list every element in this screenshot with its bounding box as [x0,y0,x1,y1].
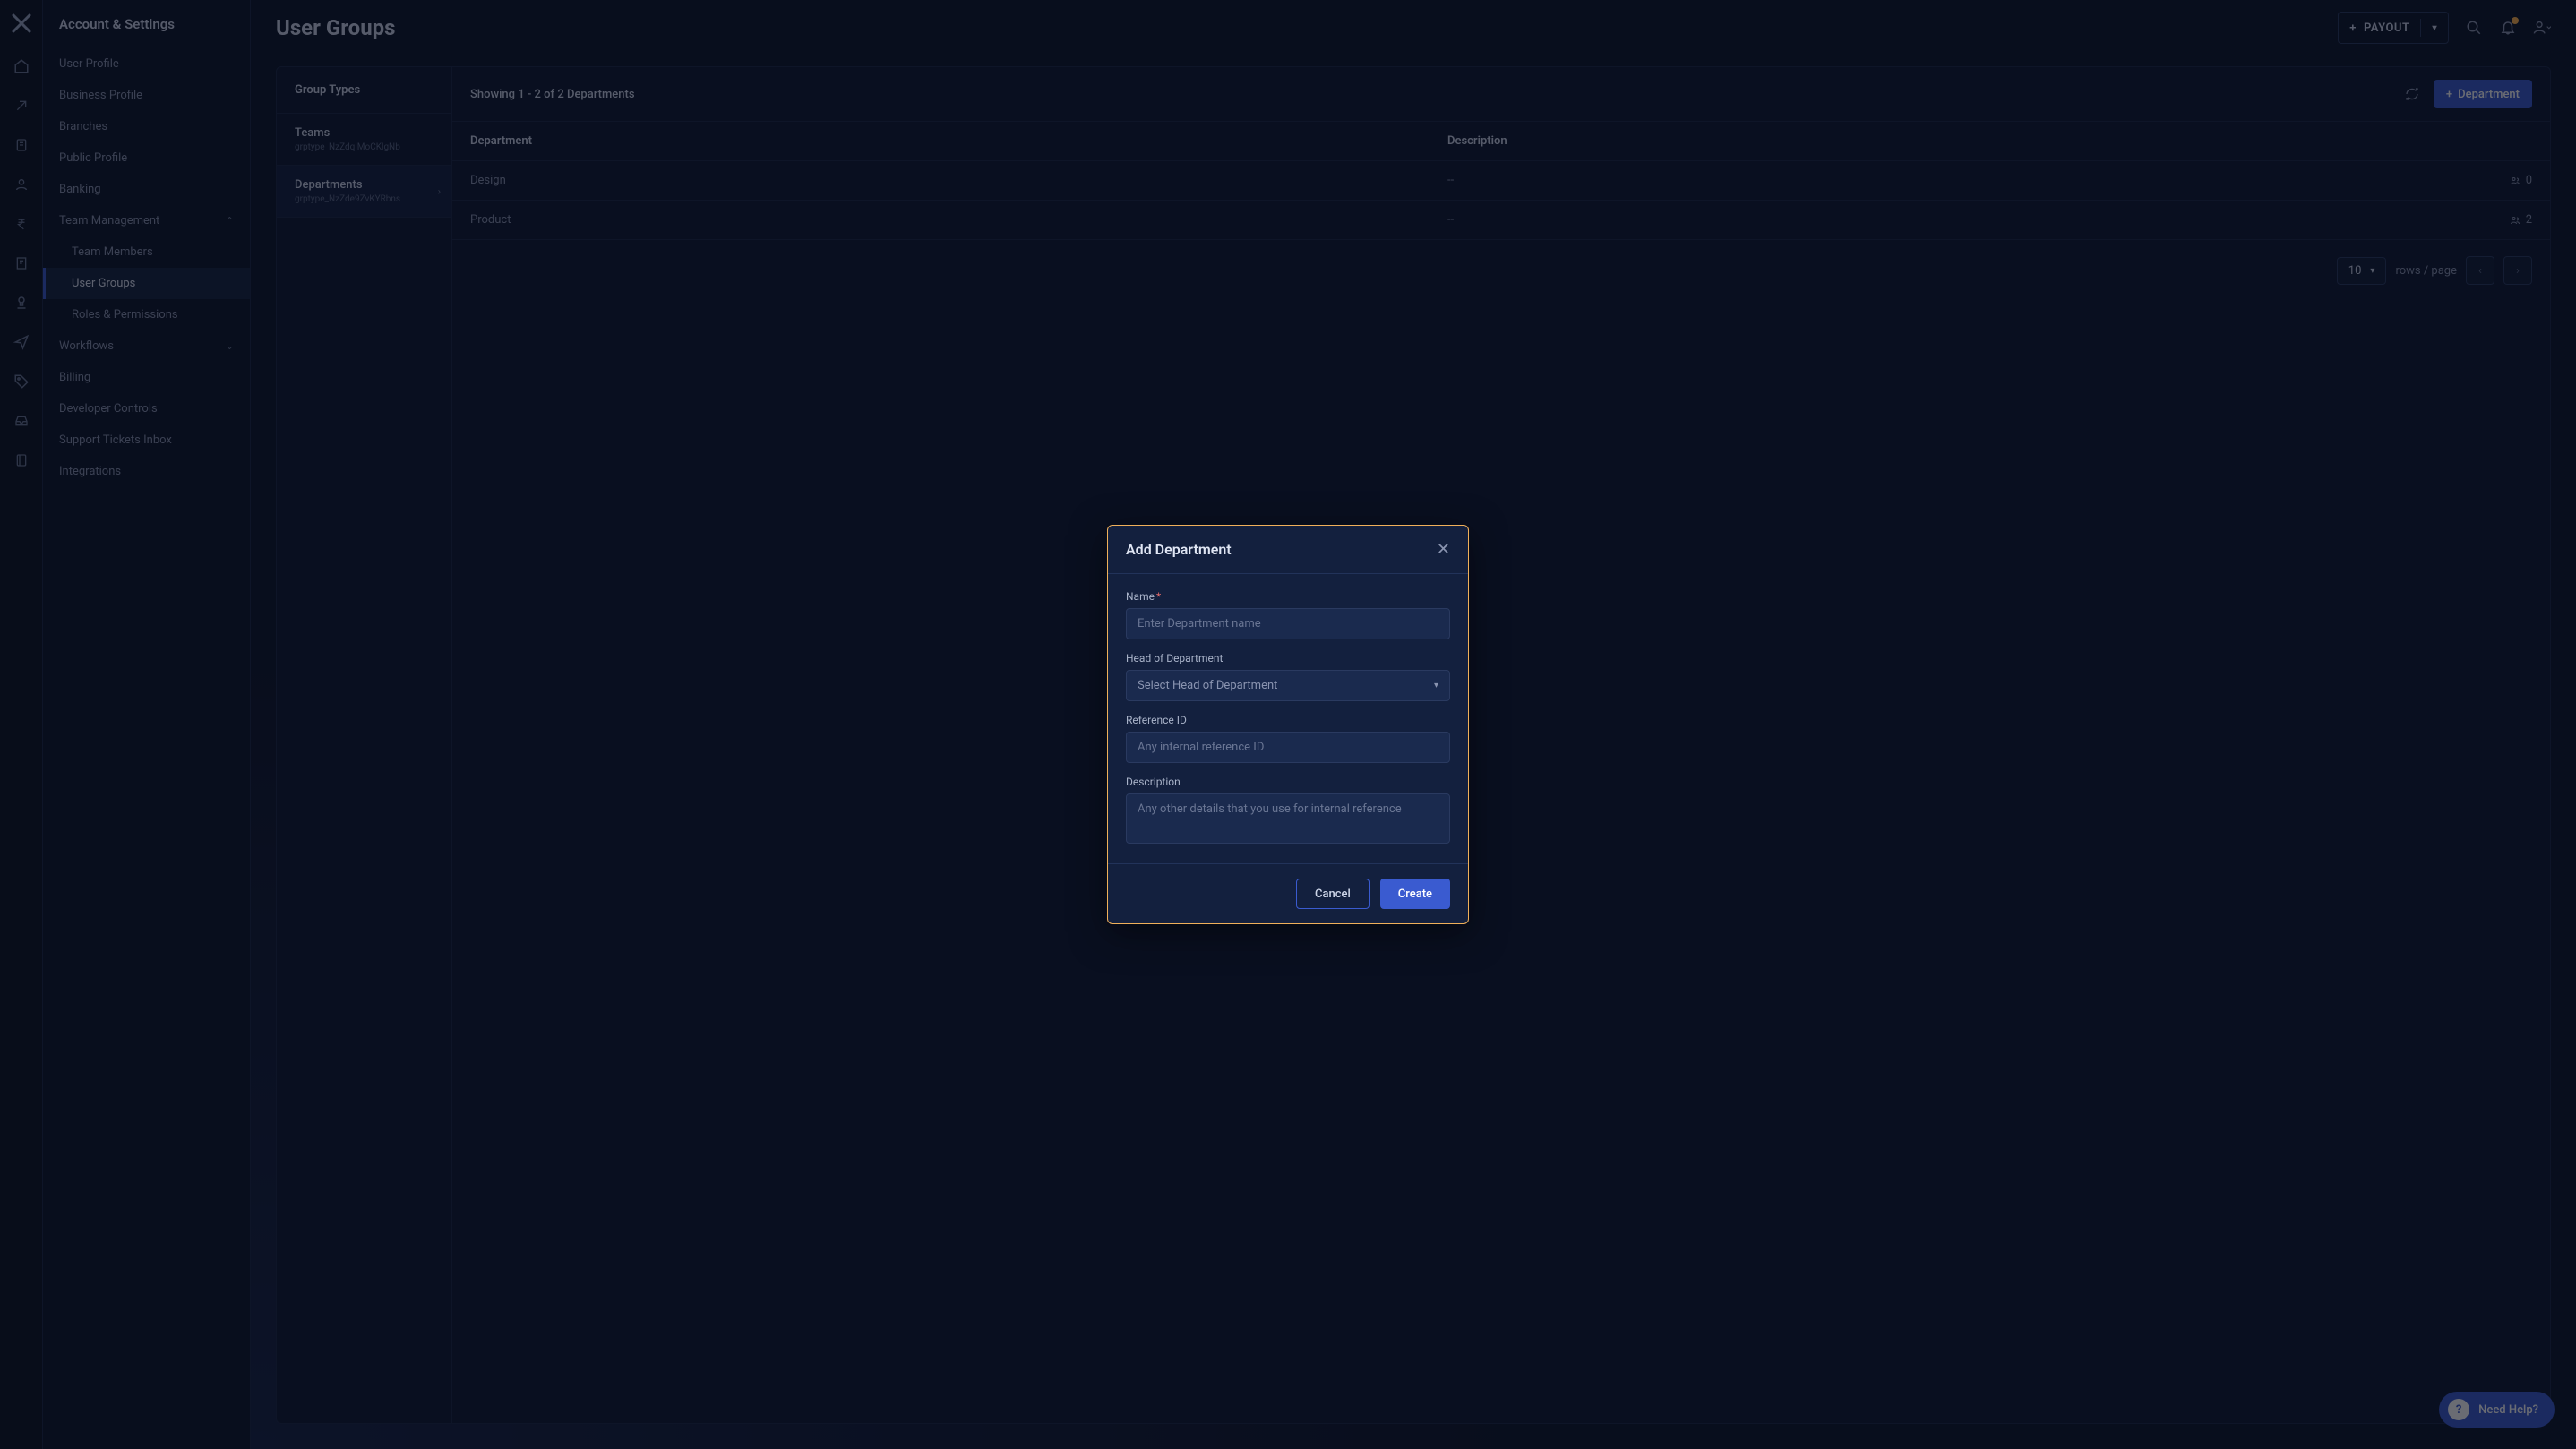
label-name: Name* [1126,590,1450,603]
close-icon[interactable]: ✕ [1437,540,1450,559]
reference-id-input[interactable] [1126,732,1450,763]
modal-footer: Cancel Create [1108,863,1468,923]
field-reference-id: Reference ID [1126,714,1450,763]
modal-overlay[interactable]: Add Department ✕ Name* Head of Departmen… [0,0,2576,1449]
label-reference-id: Reference ID [1126,714,1450,726]
add-department-modal: Add Department ✕ Name* Head of Departmen… [1107,525,1469,924]
modal-header: Add Department ✕ [1108,526,1468,574]
required-marker: * [1156,590,1161,603]
chevron-down-icon: ▾ [1434,681,1438,690]
head-select[interactable]: Select Head of Department ▾ [1126,670,1450,701]
label-head: Head of Department [1126,652,1450,664]
name-input[interactable] [1126,608,1450,639]
create-button[interactable]: Create [1380,879,1450,909]
cancel-button[interactable]: Cancel [1296,879,1370,909]
modal-title: Add Department [1126,541,1232,558]
select-placeholder: Select Head of Department [1138,679,1277,692]
field-head: Head of Department Select Head of Depart… [1126,652,1450,701]
description-textarea[interactable] [1126,793,1450,844]
field-name: Name* [1126,590,1450,639]
label-description: Description [1126,776,1450,788]
modal-body: Name* Head of Department Select Head of … [1108,574,1468,863]
field-description: Description [1126,776,1450,844]
